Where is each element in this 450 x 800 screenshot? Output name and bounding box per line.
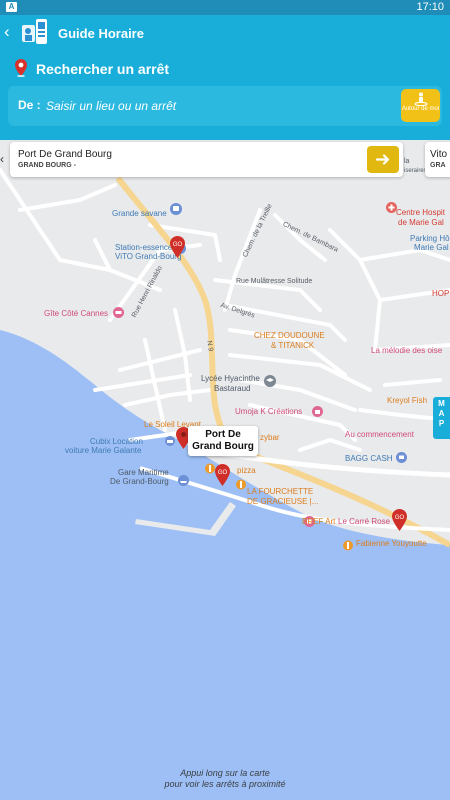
map-label-bref: BREF Art <box>302 517 336 526</box>
search-panel: Rechercher un arrêt De : Autour de moi <box>0 50 450 140</box>
map-hint-line2: pour voir les arrêts à proximité <box>164 779 286 789</box>
map-label-parking-2: Marie Gal <box>414 243 449 252</box>
map-label-parking-1: Parking Hô <box>410 234 450 243</box>
app-bar: ‹ Guide Horaire <box>0 15 450 50</box>
svg-text:GO: GO <box>173 242 183 248</box>
restaurant-icon <box>205 463 215 474</box>
notification-icon: A <box>6 2 17 12</box>
school-icon <box>264 375 276 387</box>
stop-callout-line2: Grand Bourg <box>192 441 254 452</box>
shopping-cart-icon <box>396 452 407 463</box>
search-heading: Rechercher un arrêt <box>36 61 170 77</box>
map-label-iseraires: iseraires <box>404 168 427 174</box>
map-label-fourchette-1: LA FOURCHETTE <box>247 487 314 496</box>
stop-marker-go[interactable]: GO <box>170 236 185 258</box>
stop-marker-go-2[interactable]: GO <box>215 464 230 486</box>
arrow-right-icon <box>375 154 390 165</box>
stop-marker-go-3[interactable]: GO <box>392 509 407 531</box>
map-label-lycee-2: Bastaraud <box>214 384 251 393</box>
from-input[interactable] <box>46 90 346 122</box>
bus-stop-icon <box>170 203 182 215</box>
map-label-cubix-2: voiture Marie Galante <box>65 446 142 455</box>
map-label-cubix-1: Cubix Location <box>90 437 143 446</box>
map-label-centre-hosp-1: Centre Hospit <box>396 208 445 217</box>
map-label-lycee-1: Lycée Hyacinthe <box>201 374 260 383</box>
status-clock: 17:10 <box>416 1 444 13</box>
map-label-fourchette-2: DE GRACIEUSE |... <box>247 497 319 506</box>
map-label-gare-2: De Grand-Bourg <box>110 477 169 486</box>
map-hint: Appui long sur la carte pour voir les ar… <box>0 768 450 790</box>
stop-card-go-button[interactable] <box>367 146 399 173</box>
back-icon[interactable]: ‹ <box>4 23 18 41</box>
map-label-au-commencement: Au commencement <box>345 430 414 439</box>
stop-callout[interactable]: Port De Grand Bourg <box>188 426 258 456</box>
stop-card-next-name: Vito <box>430 149 448 160</box>
stop-card-next-town: GRA <box>430 162 446 169</box>
map-side-tab[interactable]: M A P <box>433 397 450 439</box>
sea-area <box>0 330 450 800</box>
map-label-melodie: La mélodie des oise <box>371 346 443 355</box>
map-label-fabienne: Fabienne Youyoutte <box>356 539 427 548</box>
lodging-icon <box>113 307 124 318</box>
chevron-left-icon[interactable]: ‹ <box>0 152 10 166</box>
map-label-gare-1: Gare Maritime <box>118 468 169 477</box>
from-label: De : <box>18 98 41 112</box>
app-logo-icon <box>22 19 47 44</box>
stop-callout-line1: Port De <box>205 429 241 440</box>
map-label-umoja: Umoja K Créations <box>235 407 303 416</box>
around-me-label: Autour de moi <box>401 106 440 112</box>
map-hint-line1: Appui long sur la carte <box>180 768 270 778</box>
app-title: Guide Horaire <box>58 26 144 41</box>
map-label-carre: Le Carré Rose <box>338 517 391 526</box>
around-me-button[interactable]: Autour de moi <box>401 89 440 122</box>
map-label-chez-1: CHEZ DOUDOUNE <box>254 331 325 340</box>
stop-card-name: Port De Grand Bourg <box>18 149 112 160</box>
map-label-bagg: BAGG CASH <box>345 454 393 463</box>
map-tab-letter-a: A <box>438 409 445 418</box>
location-pin-icon <box>15 59 27 77</box>
svg-text:GO: GO <box>395 515 405 521</box>
map-tab-letter-p: P <box>438 419 445 428</box>
map-label-grande-savane: Grande savane <box>112 209 167 218</box>
map-label-rue-mulatresse: Rue Mulâtresse Solitude <box>236 278 313 285</box>
restaurant-icon-3 <box>343 540 353 551</box>
map-label-zybar: zybar <box>260 433 280 442</box>
map-label-kreyol: Kreyol Fish <box>387 396 428 405</box>
map-label-pizza: pizza <box>237 466 256 475</box>
map-label-station-1: Station-essence <box>115 243 173 252</box>
map-tab-letter-m: M <box>438 399 445 408</box>
map-label-chez-2: & TITANICK <box>271 341 315 350</box>
person-location-icon <box>414 92 427 106</box>
stop-card[interactable]: Port De Grand Bourg GRAND BOURG - <box>10 142 403 177</box>
status-bar: A 17:10 <box>0 0 450 15</box>
map-view[interactable]: Grande savane Station-essence ViTO Grand… <box>0 140 450 800</box>
car-rental-icon <box>165 436 175 446</box>
map-label-gite: Gîte Côté Cannes <box>44 309 109 318</box>
stop-card-town: GRAND BOURG - <box>18 162 76 169</box>
restaurant-icon-2 <box>236 479 246 490</box>
ferry-icon <box>178 475 189 486</box>
map-label-hop: HOP <box>432 289 450 298</box>
map-label-centre-hosp-2: de Marie Gal <box>398 218 444 227</box>
map-label-la: la <box>404 158 410 165</box>
stop-card-next[interactable]: Vito GRA <box>425 142 450 177</box>
from-field[interactable]: De : <box>8 86 442 126</box>
shopping-icon <box>312 406 323 417</box>
map-label-n9: N 9 <box>205 340 214 353</box>
svg-text:GO: GO <box>218 470 228 476</box>
